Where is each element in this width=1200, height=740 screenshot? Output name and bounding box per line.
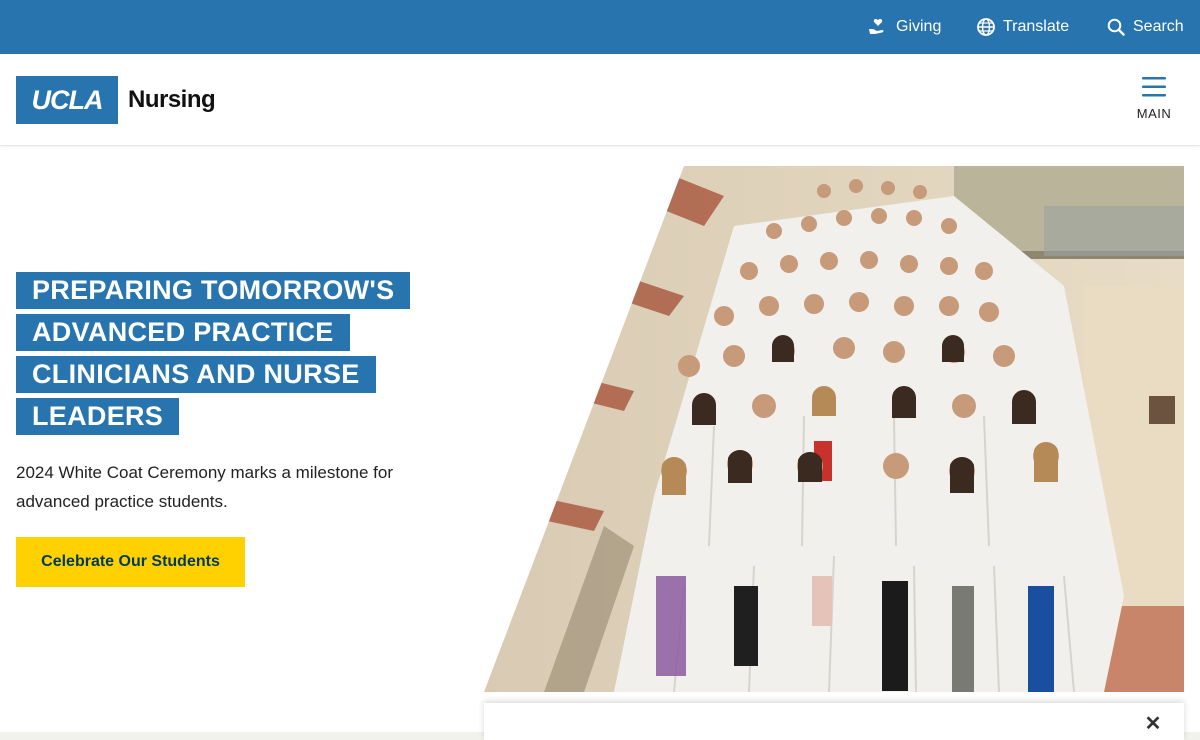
utility-bar: Giving Translate Search xyxy=(0,0,1200,54)
notification-popup: ✕ xyxy=(484,703,1184,740)
celebrate-students-button[interactable]: Celebrate Our Students xyxy=(16,537,245,587)
hero-title-line: PREPARING TOMORROW'S xyxy=(16,270,436,309)
hamburger-icon xyxy=(1142,77,1166,97)
search-label: Search xyxy=(1133,18,1184,35)
logo-text: Nursing xyxy=(128,86,216,113)
hero-title: PREPARING TOMORROW'S ADVANCED PRACTICE C… xyxy=(16,270,436,438)
globe-icon xyxy=(977,18,995,36)
giving-link[interactable]: Giving xyxy=(868,0,941,54)
main-menu-button[interactable]: MAIN xyxy=(1128,76,1180,130)
hero-group-photo xyxy=(484,166,1184,692)
menu-label: MAIN xyxy=(1136,106,1172,121)
translate-label: Translate xyxy=(1003,18,1070,35)
ucla-nursing-logo[interactable]: UCLA Nursing xyxy=(16,76,216,124)
logo-mark: UCLA xyxy=(16,76,118,124)
hero-title-line: LEADERS xyxy=(16,396,436,435)
hero-title-line: CLINICIANS AND NURSE xyxy=(16,354,436,393)
hero-description: 2024 White Coat Ceremony marks a milesto… xyxy=(16,463,393,511)
hand-heart-icon xyxy=(869,18,884,34)
translate-link[interactable]: Translate xyxy=(977,0,1069,54)
close-icon[interactable]: ✕ xyxy=(1144,714,1162,734)
site-header: UCLA Nursing MAIN xyxy=(0,54,1200,146)
hero-title-line: ADVANCED PRACTICE xyxy=(16,312,436,351)
giving-label: Giving xyxy=(896,18,942,35)
search-icon xyxy=(1107,18,1125,36)
search-link[interactable]: Search xyxy=(1107,0,1184,54)
